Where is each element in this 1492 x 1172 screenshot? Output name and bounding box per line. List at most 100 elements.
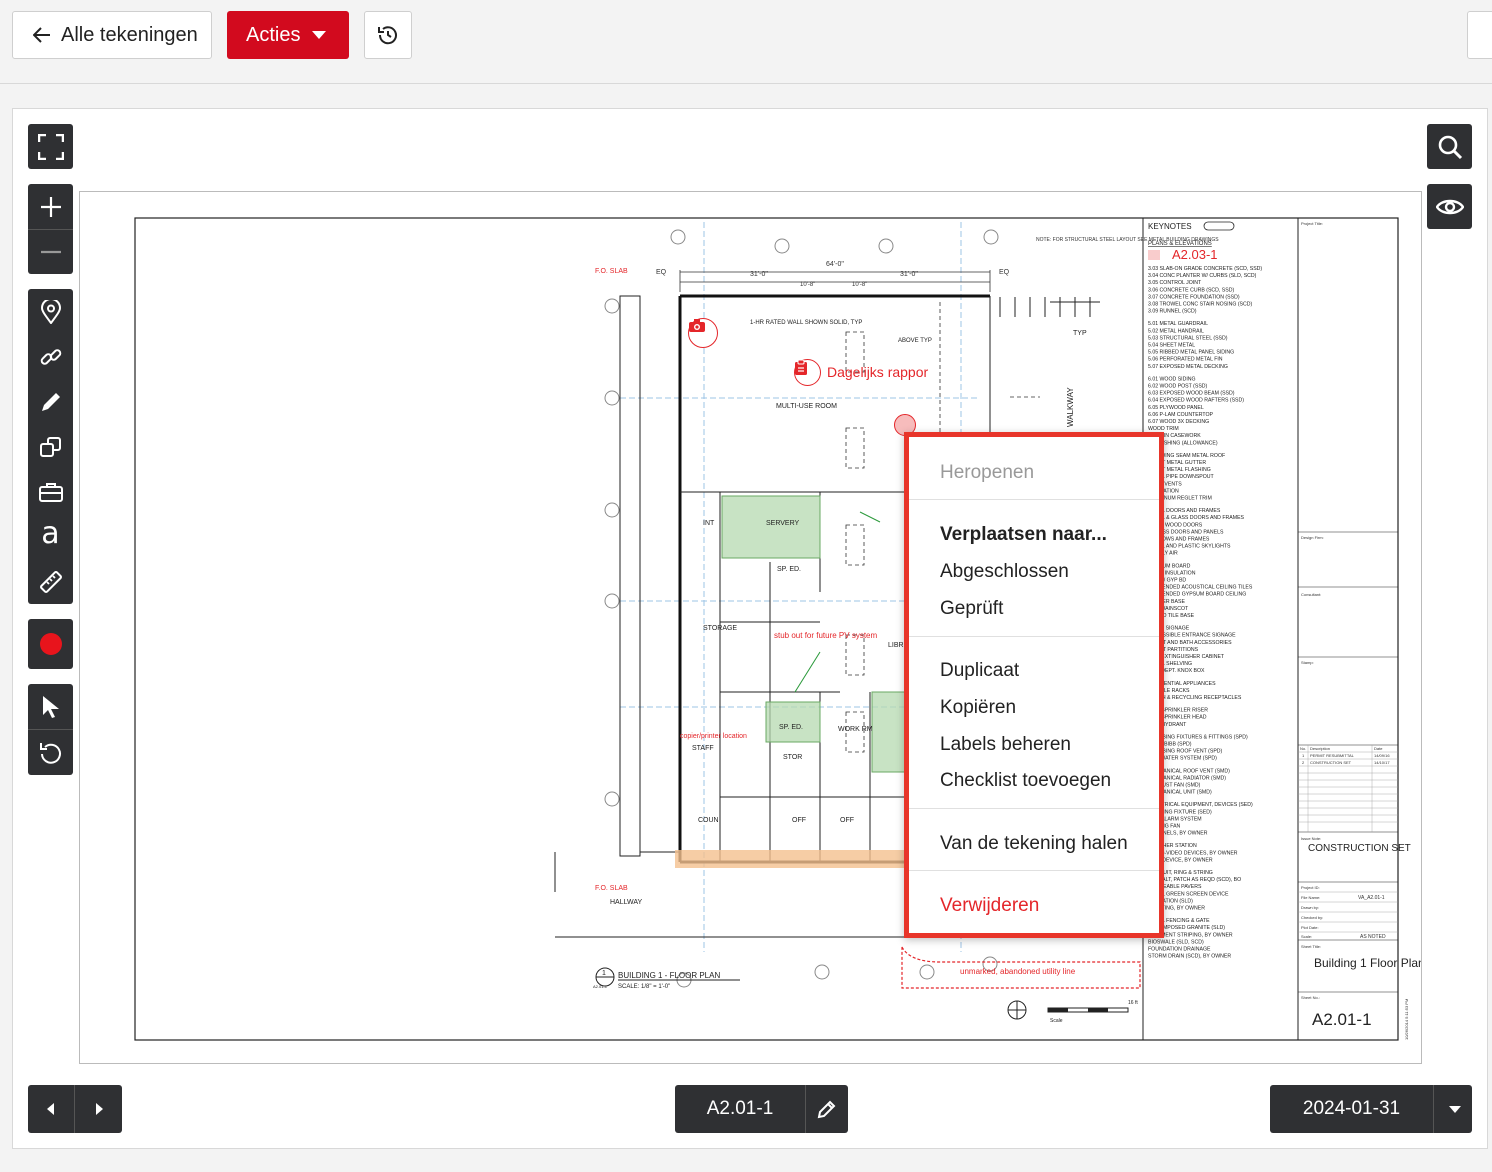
svg-text:A2.01-1: A2.01-1 xyxy=(593,984,608,989)
visibility-button[interactable] xyxy=(1427,184,1472,229)
color-picker-button[interactable] xyxy=(28,621,73,666)
daily-report-pin[interactable] xyxy=(794,359,821,386)
svg-text:LIBR: LIBR xyxy=(888,642,904,649)
svg-text:14/09/16: 14/09/16 xyxy=(1374,753,1390,758)
keynote-item: 5.04 SHEET METAL xyxy=(1148,343,1195,349)
svg-text:INT: INT xyxy=(703,520,715,527)
history-button[interactable] xyxy=(364,11,412,59)
menu-item-add-checklist[interactable]: Checklist toevoegen xyxy=(940,770,1111,792)
undo-button[interactable] xyxy=(28,730,73,775)
ruler-icon xyxy=(39,570,62,593)
menu-item-delete[interactable]: Verwijderen xyxy=(940,895,1039,917)
keynote-item: 6.07 WOOD 3X DECKING xyxy=(1148,419,1209,425)
markup-toolbar: a xyxy=(28,289,73,604)
actions-dropdown-button[interactable]: Acties xyxy=(227,11,349,59)
menu-item-reopen[interactable]: Heropenen xyxy=(940,462,1034,484)
keynote-item: STORM DRAIN (SCD), BY OWNER xyxy=(1148,954,1231,960)
revision-date-select[interactable]: 2024-01-31 xyxy=(1270,1085,1472,1133)
zoom-in-button[interactable] xyxy=(28,184,73,229)
menu-item-move-to[interactable]: Verplaatsen naar... xyxy=(940,524,1107,546)
floor-plan-drawing: 64'-0" 31'-0" 31'-0" 10'-8" 10'-8" EQ EQ… xyxy=(134,217,1421,1041)
shapes-tool-button[interactable] xyxy=(28,424,73,469)
svg-text:Issue Note:: Issue Note: xyxy=(1301,836,1321,841)
svg-text:ABOVE TYP: ABOVE TYP xyxy=(898,338,932,344)
edit-sheet-number-button[interactable] xyxy=(806,1085,848,1133)
menu-item-checked[interactable]: Geprüft xyxy=(940,598,1003,620)
link-tool-button[interactable] xyxy=(28,334,73,379)
keynote-item: 6.06 P-LAM COUNTERTOP xyxy=(1148,412,1213,418)
photo-pin[interactable] xyxy=(688,318,718,348)
next-sheet-button[interactable] xyxy=(75,1085,122,1133)
top-bar: Alle tekeningen Acties xyxy=(0,0,1492,84)
svg-text:OFF: OFF xyxy=(792,817,806,824)
previous-sheet-button[interactable] xyxy=(28,1085,74,1133)
menu-item-closed[interactable]: Abgeschlossen xyxy=(940,561,1069,583)
svg-text:VA_A2.01-1: VA_A2.01-1 xyxy=(1358,895,1385,901)
menu-item-duplicate[interactable]: Duplicaat xyxy=(940,660,1019,682)
sheet-number-control: A2.01-1 xyxy=(675,1085,848,1133)
pen-tool-button[interactable] xyxy=(28,379,73,424)
search-button[interactable] xyxy=(1427,124,1472,169)
toolbox-icon xyxy=(38,482,63,502)
pencil-icon xyxy=(817,1100,836,1119)
svg-text:STAFF: STAFF xyxy=(692,745,714,752)
keynote-item: 5.03 STRUCTURAL STEEL (SSD) xyxy=(1148,335,1228,341)
svg-text:unmarked, abandoned utility li: unmarked, abandoned utility line xyxy=(960,967,1076,976)
menu-item-manage-labels[interactable]: Labels beheren xyxy=(940,734,1071,756)
menu-item-remove-from-drawing[interactable]: Van de tekening halen xyxy=(940,833,1128,855)
fullscreen-button[interactable] xyxy=(28,124,73,169)
keynote-item: 5.06 PERFORATED METAL FIN xyxy=(1148,357,1223,363)
revision-date: 2024-01-31 xyxy=(1302,1098,1401,1119)
location-pin-icon xyxy=(40,299,61,324)
svg-text:copier/printer location: copier/printer location xyxy=(680,733,747,740)
svg-text:Building 1 Floor Plan: Building 1 Floor Plan xyxy=(1314,956,1421,970)
select-tool-button[interactable] xyxy=(28,684,73,729)
keynote-item: 6.02 WOOD POST (SSD) xyxy=(1148,384,1208,390)
actions-button-label: Acties xyxy=(246,23,301,46)
toolbox-tool-button[interactable] xyxy=(28,469,73,514)
back-to-all-drawings-button[interactable]: Alle tekeningen xyxy=(12,11,212,59)
text-tool-button[interactable]: a xyxy=(28,514,73,559)
svg-text:stub out for future PV system: stub out for future PV system xyxy=(774,631,877,640)
svg-text:F.O. SLAB: F.O. SLAB xyxy=(595,268,628,275)
zoom-out-button[interactable] xyxy=(28,229,73,274)
svg-text:SERVERY: SERVERY xyxy=(766,520,800,527)
menu-item-copy[interactable]: Kopiëren xyxy=(940,697,1016,719)
drawing-sheet[interactable]: 64'-0" 31'-0" 31'-0" 10'-8" 10'-8" EQ EQ… xyxy=(79,191,1422,1064)
keynote-item: 5.01 METAL GUARDRAIL xyxy=(1148,321,1208,327)
dim-64: 64'-0" xyxy=(826,261,844,268)
overflow-button[interactable] xyxy=(1467,11,1492,59)
keynote-item: 5.02 METAL HANDRAIL xyxy=(1148,328,1204,334)
keynote-item: 6.05 PLYWOOD PANEL xyxy=(1148,405,1204,411)
svg-text:10/26/2014 5:11:53 PM: 10/26/2014 5:11:53 PM xyxy=(1404,999,1409,1040)
svg-text:Project Title:: Project Title: xyxy=(1301,221,1323,226)
fullscreen-toolbar xyxy=(28,124,73,169)
svg-text:OFF: OFF xyxy=(840,817,854,824)
pin-context-menu: Heropenen Verplaatsen naar... Abgeschlos… xyxy=(904,432,1164,938)
svg-text:TYP: TYP xyxy=(1073,330,1087,337)
svg-text:BUILDING 1 - FLOOR PLAN: BUILDING 1 - FLOOR PLAN xyxy=(618,971,720,980)
sheet-number[interactable]: A2.01-1 xyxy=(675,1085,805,1133)
svg-text:Stamp:: Stamp: xyxy=(1301,660,1314,665)
svg-text:EQ: EQ xyxy=(999,269,1010,276)
keynote-item: 6.01 WOOD SIDING xyxy=(1148,376,1196,382)
measure-tool-button[interactable] xyxy=(28,559,73,604)
text-icon: a xyxy=(41,515,60,551)
svg-text:SCALE: 1/8" = 1'-0": SCALE: 1/8" = 1'-0" xyxy=(618,984,670,990)
keynote-item: 3.06 CONCRETE CURB (SCD, SSD) xyxy=(1148,287,1234,293)
pin-tool-button[interactable] xyxy=(28,289,73,334)
svg-text:1-HR RATED WALL SHOWN SOLID, T: 1-HR RATED WALL SHOWN SOLID, TYP xyxy=(750,320,862,326)
link-icon xyxy=(40,348,61,365)
keynote-item: 3.03 SLAB-ON GRADE CONCRETE (SCD, SSD) xyxy=(1148,266,1262,272)
keynote-item: 3.05 CONTROL JOINT xyxy=(1148,280,1202,286)
search-icon xyxy=(1438,135,1462,159)
svg-text:HALLWAY: HALLWAY xyxy=(610,899,642,906)
svg-text:Consultant:: Consultant: xyxy=(1301,592,1321,597)
history-icon xyxy=(378,26,397,45)
keynotes-title: KEYNOTES xyxy=(1148,222,1192,231)
chevron-left-icon xyxy=(47,1103,54,1115)
daily-report-label[interactable]: Dagelijks rappor xyxy=(827,364,928,380)
svg-text:F.O. SLAB: F.O. SLAB xyxy=(595,885,628,892)
keynote-item: BIOSWALE (SLD, SCD) xyxy=(1148,939,1204,945)
svg-text:2: 2 xyxy=(1302,760,1305,765)
